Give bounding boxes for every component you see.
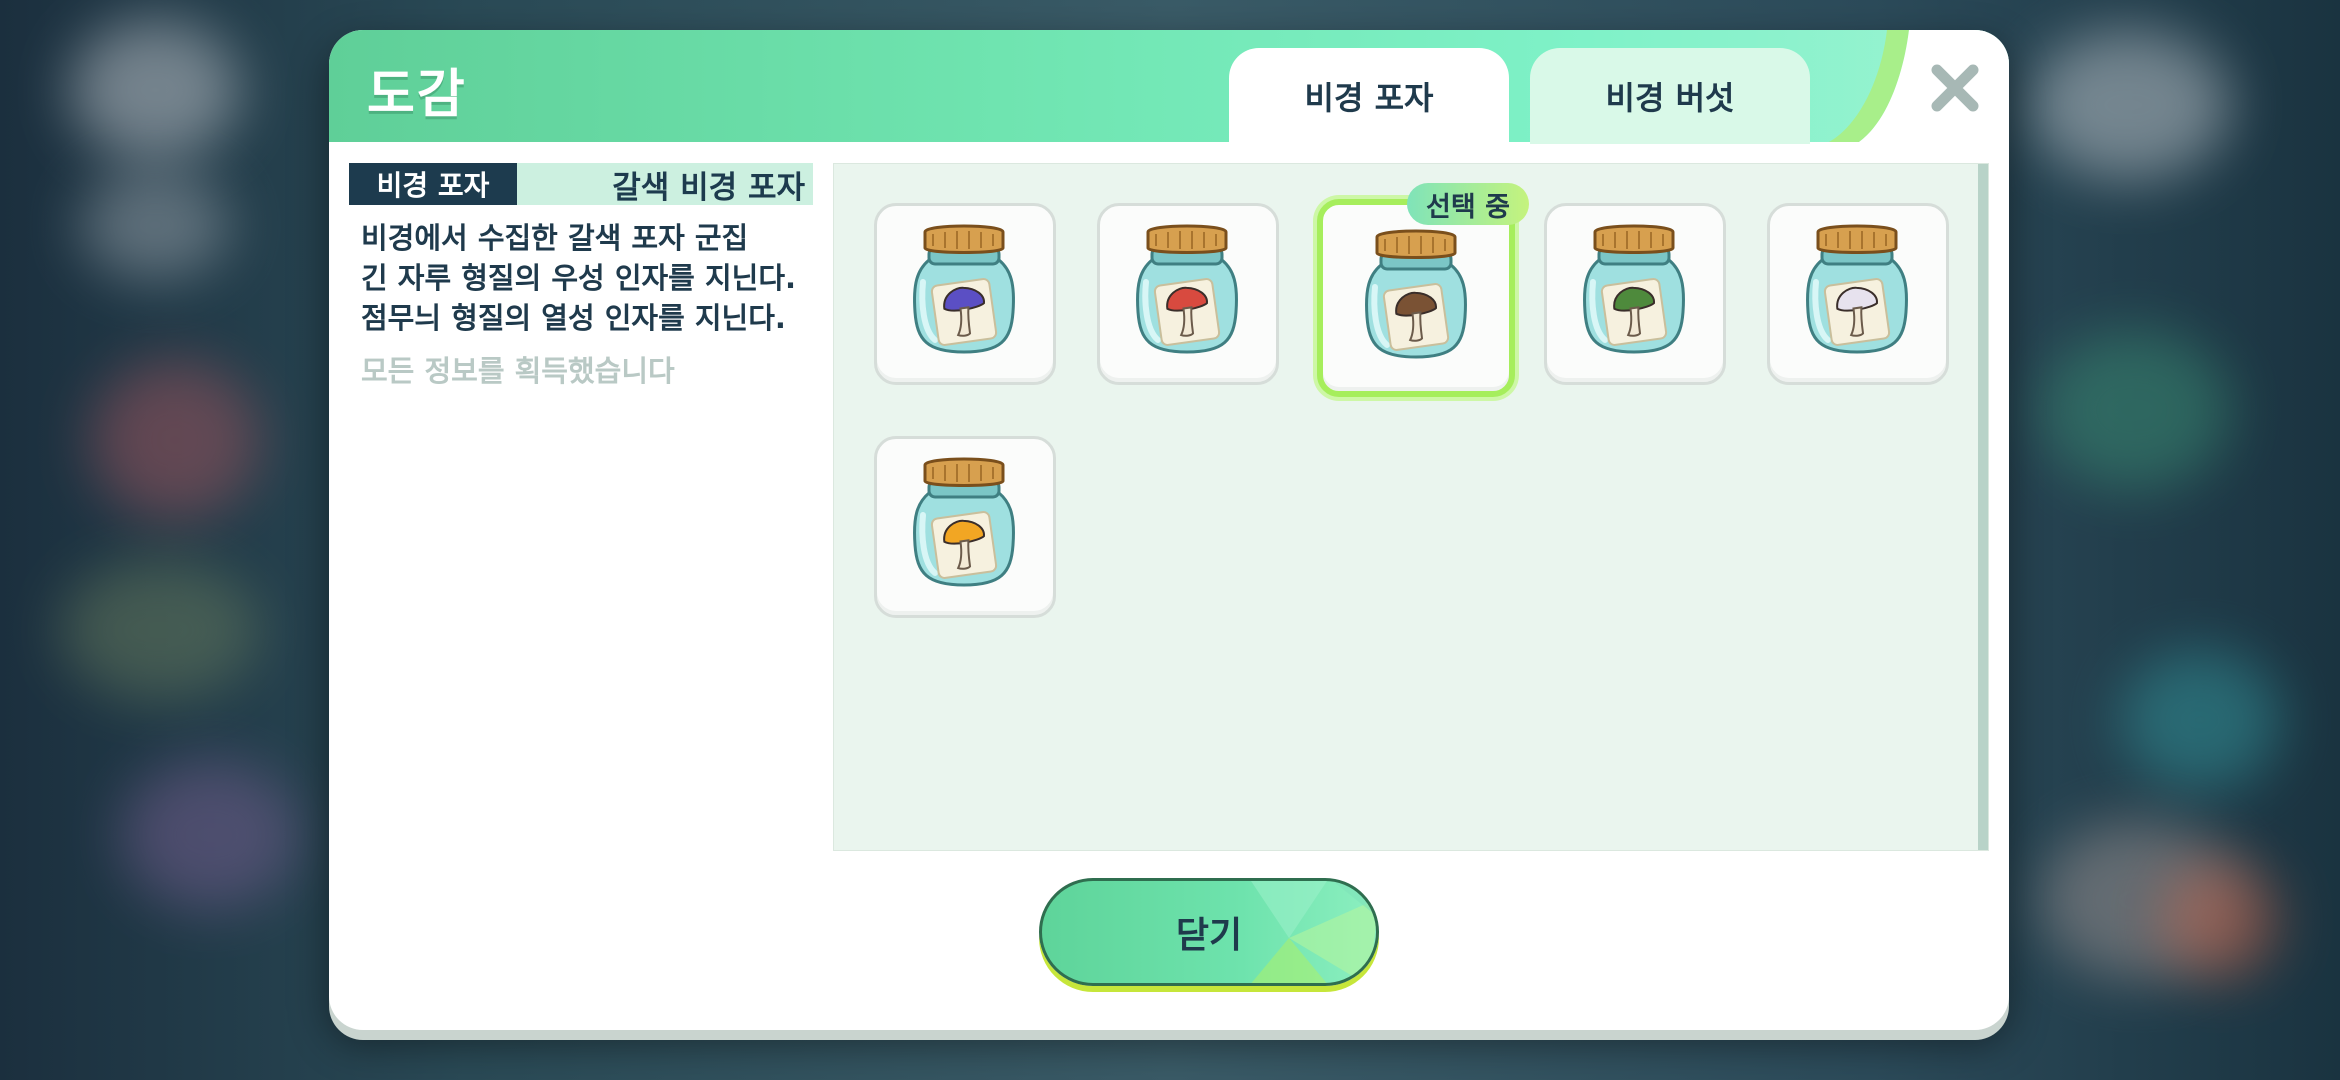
description-line: 비경에서 수집한 갈색 포자 군집 bbox=[361, 221, 749, 255]
spore-slot-selected[interactable]: 선택 중 bbox=[1317, 183, 1529, 397]
grid-scrollbar[interactable] bbox=[1978, 164, 1988, 850]
item-description: 비경에서 수집한 갈색 포자 군집 긴 자루 형질의 우성 인자를 지닌다. 점… bbox=[361, 218, 821, 338]
spore-slot[interactable] bbox=[874, 436, 1056, 618]
close-icon bbox=[1931, 64, 1979, 112]
item-name: 갈색 비경 포자 bbox=[612, 169, 805, 206]
category-tag: 비경 포자 bbox=[349, 163, 517, 205]
red-mushroom-jar-icon bbox=[1136, 224, 1238, 354]
green-mushroom-jar-icon bbox=[1583, 224, 1685, 354]
dialog-title: 도감 bbox=[367, 65, 467, 125]
tab-spores[interactable]: 비경 포자 bbox=[1229, 48, 1509, 144]
close-x-button[interactable] bbox=[1925, 58, 1985, 118]
encyclopedia-dialog: 도감 비경 포자 비경 버섯 비경 포자 갈색 비경 포자 비경에서 수집한 갈… bbox=[329, 30, 2009, 1030]
purple-mushroom-jar-icon bbox=[913, 224, 1015, 354]
dialog-header: 도감 비경 포자 비경 버섯 bbox=[329, 30, 2009, 144]
close-button[interactable]: 닫기 bbox=[1039, 878, 1379, 986]
spore-collection-grid: 선택 중 bbox=[833, 163, 1989, 851]
description-line: 점무늬 형질의 열성 인자를 지닌다. bbox=[361, 301, 786, 335]
item-tag-bar: 비경 포자 갈색 비경 포자 bbox=[349, 163, 813, 206]
description-line: 긴 자루 형질의 우성 인자를 지닌다. bbox=[361, 261, 797, 295]
spore-slot[interactable] bbox=[874, 203, 1056, 385]
tab-mushrooms[interactable]: 비경 버섯 bbox=[1530, 48, 1810, 144]
orange-mushroom-jar-icon bbox=[913, 457, 1015, 587]
info-status: 모든 정보를 획득했습니다 bbox=[361, 354, 675, 388]
white-mushroom-jar-icon bbox=[1806, 224, 1908, 354]
brown-mushroom-jar-icon bbox=[1365, 229, 1467, 359]
selected-badge: 선택 중 bbox=[1407, 183, 1529, 225]
spore-slot[interactable] bbox=[1767, 203, 1949, 385]
spore-slot[interactable] bbox=[1544, 203, 1726, 385]
close-button-label: 닫기 bbox=[1175, 915, 1243, 956]
spore-slot[interactable] bbox=[1097, 203, 1279, 385]
